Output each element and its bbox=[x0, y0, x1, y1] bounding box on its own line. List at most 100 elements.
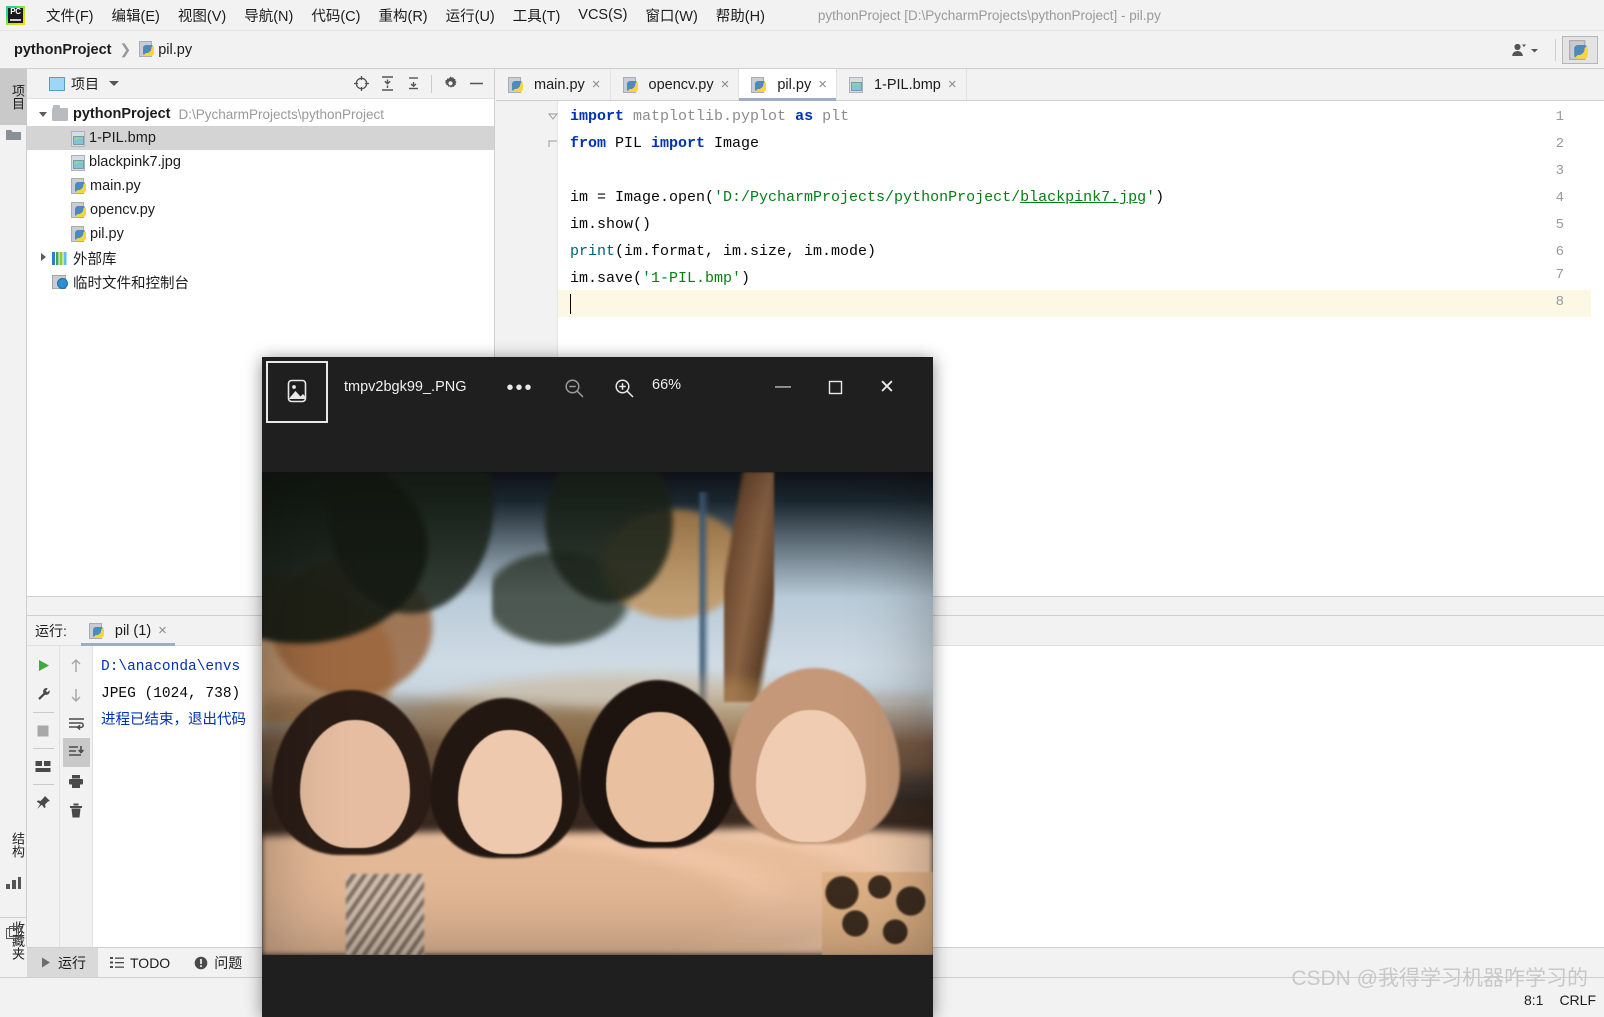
menu-file[interactable]: 文件(F) bbox=[37, 2, 103, 29]
line-number: 7 bbox=[1555, 267, 1564, 283]
scroll-down-button[interactable] bbox=[63, 680, 90, 709]
photo-viewer-window: tmpv2bgk99_.PNG ••• 66% — ✕ bbox=[262, 357, 933, 1017]
hide-panel-button[interactable] bbox=[464, 72, 488, 96]
breadcrumb-bar: pythonProject ❯ pil.py bbox=[0, 31, 1604, 69]
locate-target-button[interactable] bbox=[349, 72, 373, 96]
run-tab-pil[interactable]: pil (1) × bbox=[80, 616, 175, 646]
pin-tab-button[interactable] bbox=[30, 788, 57, 817]
close-icon[interactable]: × bbox=[158, 622, 167, 639]
run-settings-button[interactable] bbox=[30, 680, 57, 709]
sidebar-item-project[interactable]: 项目 bbox=[0, 69, 27, 125]
scroll-up-button[interactable] bbox=[63, 651, 90, 680]
tab-opencv-py[interactable]: opencv.py × bbox=[610, 69, 740, 100]
editor-scrollbar-track[interactable] bbox=[1591, 133, 1604, 596]
python-config-icon bbox=[1568, 40, 1588, 60]
tab-label: opencv.py bbox=[648, 76, 714, 93]
project-panel-header: 项目 bbox=[27, 69, 494, 99]
print-button[interactable] bbox=[63, 767, 90, 796]
settings-button[interactable] bbox=[438, 72, 462, 96]
window-layout-icon bbox=[5, 925, 22, 939]
stop-button[interactable] bbox=[30, 716, 57, 745]
tab-main-py[interactable]: main.py × bbox=[496, 69, 611, 100]
layout-button[interactable] bbox=[30, 752, 57, 781]
arrow-down-icon bbox=[71, 688, 81, 702]
close-icon[interactable]: × bbox=[948, 77, 957, 92]
breadcrumb-separator: ❯ bbox=[119, 41, 132, 57]
tree-label: 外部库 bbox=[73, 251, 117, 268]
menu-code[interactable]: 代码(C) bbox=[302, 2, 369, 29]
toolwindow-problems[interactable]: 问题 bbox=[182, 948, 254, 978]
menu-view[interactable]: 视图(V) bbox=[169, 2, 235, 29]
zoom-out-button[interactable] bbox=[554, 371, 594, 405]
tab-1-pil-bmp[interactable]: 1-PIL.bmp × bbox=[836, 69, 967, 100]
more-options-button[interactable]: ••• bbox=[500, 371, 540, 405]
image-file-icon bbox=[71, 130, 85, 147]
menu-navigate[interactable]: 导航(N) bbox=[235, 2, 302, 29]
tree-label: 临时文件和控制台 bbox=[73, 275, 189, 292]
breadcrumb-file[interactable]: pil.py bbox=[139, 41, 192, 58]
close-icon[interactable]: × bbox=[818, 77, 827, 92]
menu-tools[interactable]: 工具(T) bbox=[504, 2, 570, 29]
twisty-expanded-icon[interactable] bbox=[35, 106, 51, 122]
status-bar-right: 8:1 CRLF bbox=[1524, 992, 1596, 1008]
pin-icon bbox=[36, 796, 50, 809]
arrow-up-icon bbox=[71, 658, 81, 672]
logo-bar bbox=[10, 18, 21, 21]
maximize-button[interactable] bbox=[812, 366, 858, 408]
menu-edit[interactable]: 编辑(E) bbox=[103, 2, 169, 29]
toolwindow-todo[interactable]: TODO bbox=[98, 948, 182, 978]
rerun-button[interactable] bbox=[30, 651, 57, 680]
soft-wrap-button[interactable] bbox=[63, 709, 90, 738]
close-button[interactable]: ✕ bbox=[864, 366, 910, 408]
minimize-button[interactable]: — bbox=[760, 366, 806, 408]
scratch-console-icon bbox=[52, 275, 68, 289]
line-number: 6 bbox=[1555, 244, 1564, 260]
fold-region-icon[interactable] bbox=[548, 112, 558, 122]
tree-row-blackpink7-jpg[interactable]: blackpink7.jpg bbox=[27, 150, 494, 174]
code-line-5: im.show() bbox=[570, 216, 652, 233]
close-icon[interactable]: × bbox=[721, 77, 730, 92]
photo-image[interactable] bbox=[262, 472, 933, 955]
tab-pil-py[interactable]: pil.py × bbox=[739, 69, 837, 101]
photo-viewer-titlebar[interactable]: tmpv2bgk99_.PNG ••• 66% — ✕ bbox=[262, 357, 933, 472]
tree-row-scratches-consoles[interactable]: 临时文件和控制台 bbox=[27, 270, 494, 294]
menu-refactor[interactable]: 重构(R) bbox=[369, 2, 436, 29]
toolbar-divider bbox=[32, 712, 54, 713]
navbar-divider bbox=[1555, 39, 1556, 61]
chevron-down-icon[interactable] bbox=[109, 81, 119, 86]
toolwindow-run[interactable]: 运行 bbox=[27, 947, 98, 978]
soft-wrap-icon bbox=[68, 718, 84, 731]
close-icon[interactable]: × bbox=[592, 77, 601, 92]
chevron-down-icon bbox=[1531, 48, 1538, 52]
twisty-collapsed-icon[interactable] bbox=[35, 250, 51, 266]
line-separator[interactable]: CRLF bbox=[1559, 992, 1596, 1008]
tree-row-external-libraries[interactable]: 外部库 bbox=[27, 246, 494, 270]
line-number: 8 bbox=[1555, 294, 1564, 310]
menu-help[interactable]: 帮助(H) bbox=[707, 2, 774, 29]
scroll-to-end-button[interactable] bbox=[62, 738, 90, 767]
fold-region-icon[interactable] bbox=[548, 139, 558, 149]
menu-run[interactable]: 运行(U) bbox=[437, 2, 504, 29]
tree-row-pil-py[interactable]: pil.py bbox=[27, 222, 494, 246]
python-run-icon bbox=[88, 622, 104, 639]
menu-vcs[interactable]: VCS(S) bbox=[569, 4, 636, 26]
left-strip-bottom[interactable] bbox=[0, 917, 27, 947]
breadcrumb-project[interactable]: pythonProject bbox=[14, 42, 111, 58]
collapse-all-icon bbox=[408, 77, 418, 90]
run-configuration-button[interactable] bbox=[1562, 36, 1598, 64]
caret-position[interactable]: 8:1 bbox=[1524, 992, 1543, 1008]
sidebar-item-structure[interactable]: 结构 bbox=[0, 817, 27, 873]
window-title: pythonProject [D:\PycharmProjects\python… bbox=[817, 7, 1161, 23]
zoom-in-button[interactable] bbox=[604, 371, 644, 405]
menu-window[interactable]: 窗口(W) bbox=[636, 2, 706, 29]
tree-row-1-pil-bmp[interactable]: 1-PIL.bmp bbox=[27, 126, 494, 150]
user-account-button[interactable] bbox=[1505, 39, 1545, 61]
tree-row-main-py[interactable]: main.py bbox=[27, 174, 494, 198]
collapse-all-button[interactable] bbox=[401, 72, 425, 96]
layout-icon bbox=[35, 761, 51, 772]
expand-all-button[interactable] bbox=[375, 72, 399, 96]
python-file-icon bbox=[71, 202, 86, 218]
clear-all-button[interactable] bbox=[63, 796, 90, 825]
tree-row-project-root[interactable]: pythonProject D:\PycharmProjects\pythonP… bbox=[27, 102, 494, 126]
tree-row-opencv-py[interactable]: opencv.py bbox=[27, 198, 494, 222]
